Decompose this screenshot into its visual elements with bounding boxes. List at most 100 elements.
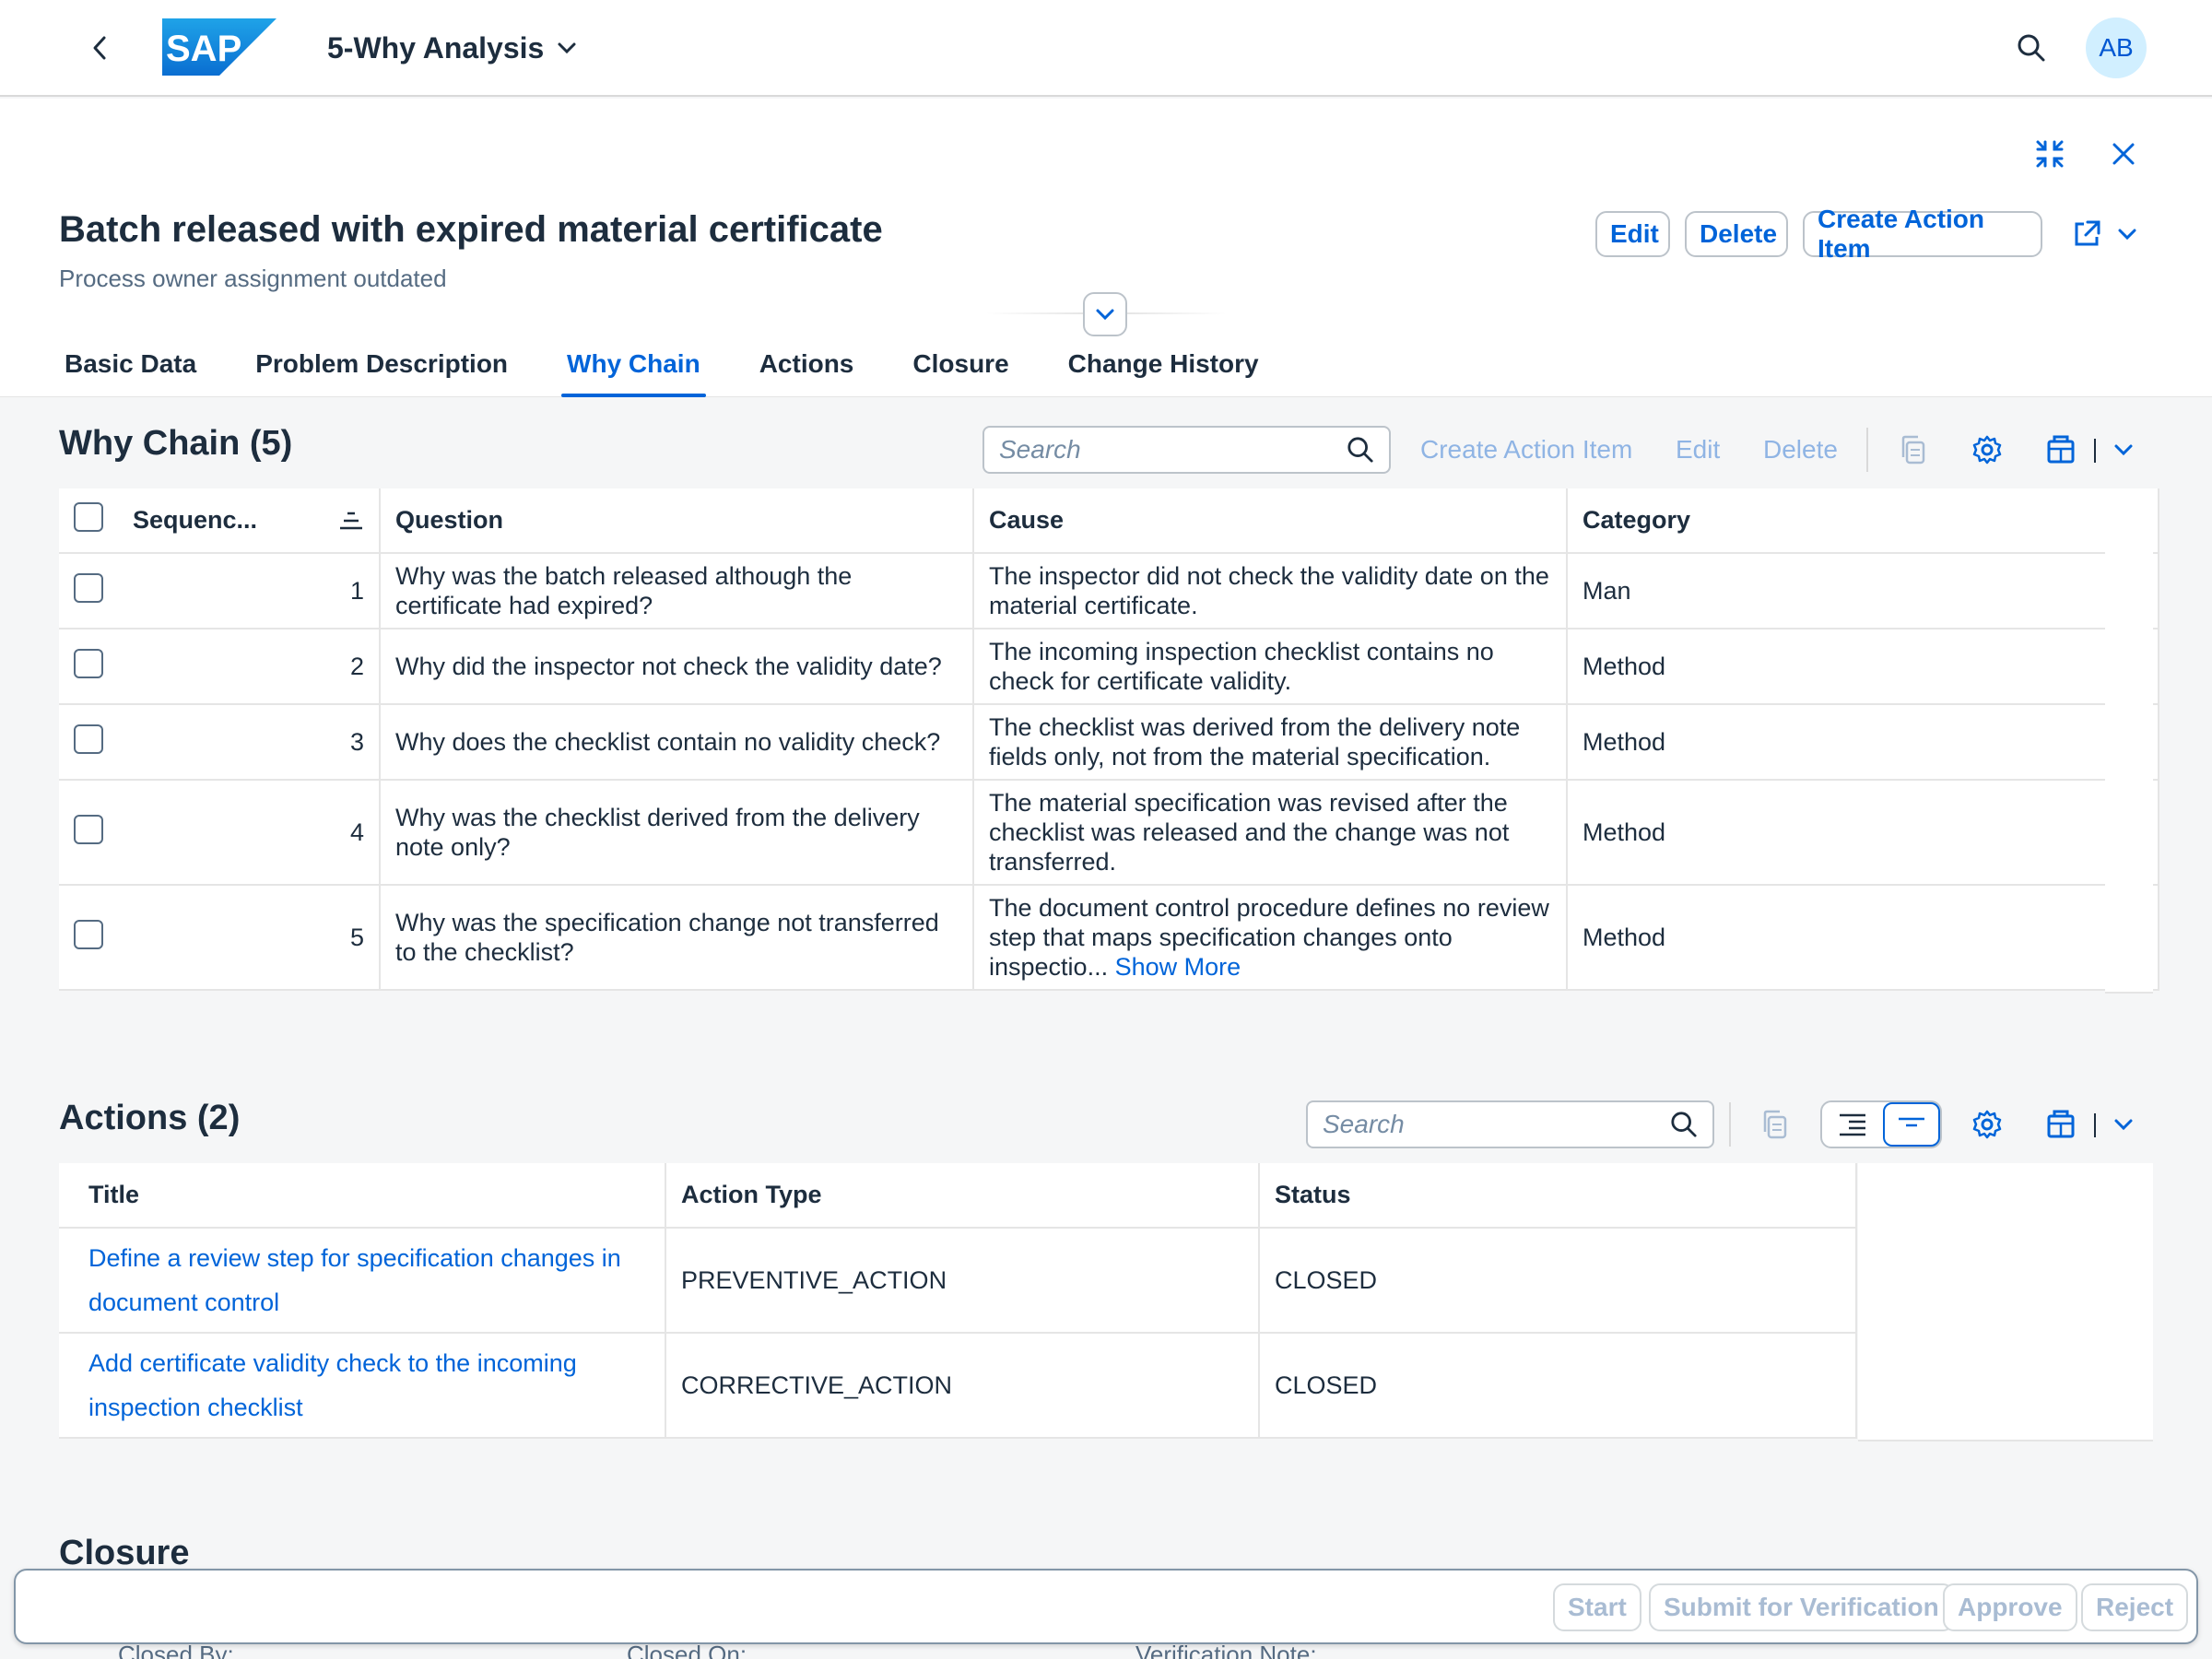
table-row[interactable]: 4 Why was the checklist derived from the…: [59, 780, 2159, 886]
column-header-cause[interactable]: Cause: [973, 488, 1568, 554]
reject-button[interactable]: Reject: [2081, 1583, 2189, 1631]
chevron-down-icon: [558, 42, 576, 54]
actions-settings-button[interactable]: [1965, 1102, 2009, 1147]
sequence-cell: 3: [118, 704, 381, 781]
question-cell: Why did the inspector not check the vali…: [380, 629, 974, 705]
row-checkbox[interactable]: [74, 724, 103, 754]
table-row[interactable]: 2 Why did the inspector not check the va…: [59, 629, 2159, 705]
chevron-down-icon: [2118, 229, 2136, 241]
submit-for-verification-button[interactable]: Submit for Verification: [1649, 1583, 1954, 1631]
start-button[interactable]: Start: [1553, 1583, 1641, 1631]
row-checkbox[interactable]: [74, 814, 103, 844]
cause-cell: The checklist was derived from the deliv…: [973, 704, 1568, 781]
collapse-rows-button[interactable]: [1883, 1102, 1940, 1147]
why-chain-export-button[interactable]: [2039, 428, 2083, 472]
action-title-link[interactable]: Define a review step for specification c…: [88, 1244, 621, 1316]
cause-cell: The document control procedure defines n…: [973, 885, 1568, 991]
table-row[interactable]: 5 Why was the specification change not t…: [59, 885, 2159, 991]
row-checkbox[interactable]: [74, 648, 103, 678]
toolbar-separator: [1866, 428, 1868, 472]
shell-bar: SAP 5-Why Analysis AB: [0, 0, 2212, 97]
tab-why-chain[interactable]: Why Chain: [561, 340, 706, 397]
tab-basic-data[interactable]: Basic Data: [59, 340, 202, 397]
sequence-cell: 1: [118, 553, 381, 629]
row-select-cell: [59, 553, 118, 629]
column-header-status[interactable]: Status: [1259, 1163, 1857, 1229]
question-cell: Why was the checklist derived from the d…: [380, 780, 974, 886]
settings-icon: [1972, 435, 2002, 465]
action-title-link[interactable]: Add certificate validity check to the in…: [88, 1349, 577, 1421]
actions-export-button[interactable]: [2039, 1102, 2083, 1147]
row-select-cell: [59, 780, 118, 886]
action-type-cell: PREVENTIVE_ACTION: [665, 1228, 1260, 1334]
sequence-cell: 4: [118, 780, 381, 886]
actions-export-menu-button[interactable]: [2101, 1102, 2146, 1147]
tab-closure[interactable]: Closure: [907, 340, 1014, 397]
actions-search-input[interactable]: Search: [1306, 1100, 1714, 1148]
approve-button[interactable]: Approve: [1943, 1583, 2077, 1631]
row-checkbox[interactable]: [74, 572, 103, 603]
share-button[interactable]: [2065, 212, 2109, 256]
why-chain-edit-button[interactable]: Edit: [1676, 435, 1720, 465]
sap-logo[interactable]: SAP: [162, 18, 276, 76]
tab-change-history[interactable]: Change History: [1063, 340, 1265, 397]
back-button[interactable]: [81, 28, 118, 68]
column-header-title[interactable]: Title: [59, 1163, 666, 1229]
export-icon: [2047, 1110, 2075, 1138]
search-icon: [2018, 34, 2045, 62]
header-collapse-button[interactable]: [1083, 292, 1127, 336]
row-checkbox[interactable]: [74, 919, 103, 949]
category-cell: Method: [1567, 780, 2159, 886]
close-icon: [2112, 143, 2135, 165]
table-row[interactable]: 1 Why was the batch released although th…: [59, 553, 2159, 629]
table-row[interactable]: 3 Why does the checklist contain no vali…: [59, 704, 2159, 781]
share-menu-button[interactable]: [2105, 212, 2149, 256]
copy-icon: [1763, 1110, 1787, 1139]
user-avatar[interactable]: AB: [2086, 18, 2147, 78]
question-cell: Why was the specification change not tra…: [380, 885, 974, 991]
table-row[interactable]: Add certificate validity check to the in…: [59, 1333, 1857, 1439]
table-filler: [2105, 488, 2153, 994]
action-type-cell: CORRECTIVE_ACTION: [665, 1333, 1260, 1439]
column-header-question[interactable]: Question: [380, 488, 974, 554]
table-row[interactable]: Define a review step for specification c…: [59, 1228, 1857, 1334]
why-chain-table: Sequenc... Question Cause Category 1 Why…: [59, 488, 2159, 991]
tab-actions[interactable]: Actions: [754, 340, 860, 397]
why-chain-delete-button[interactable]: Delete: [1763, 435, 1838, 465]
sequence-cell: 5: [118, 885, 381, 991]
why-chain-settings-button[interactable]: [1965, 428, 2009, 472]
anchor-tabs: Basic Data Problem Description Why Chain…: [59, 340, 1312, 397]
row-mode-toggle: [1820, 1100, 1942, 1148]
why-chain-title: Why Chain (5): [59, 424, 293, 463]
status-cell: CLOSED: [1259, 1333, 1857, 1439]
question-cell: Why was the batch released although the …: [380, 553, 974, 629]
cause-text: The document control procedure defines n…: [989, 894, 1549, 981]
table-filler: [1858, 1163, 2153, 1441]
why-chain-copy-button[interactable]: [1891, 428, 1936, 472]
export-icon: [2047, 435, 2075, 464]
app-title-menu[interactable]: 5-Why Analysis: [327, 28, 577, 68]
why-chain-search-input[interactable]: Search: [982, 426, 1391, 474]
copy-icon: [1901, 435, 1925, 465]
back-icon: [93, 36, 106, 60]
why-chain-create-action-button[interactable]: Create Action Item: [1420, 435, 1632, 465]
select-all-checkbox[interactable]: [74, 502, 103, 532]
column-header-category[interactable]: Category: [1567, 488, 2159, 554]
column-header-action-type[interactable]: Action Type: [665, 1163, 1260, 1229]
header-edit-button[interactable]: Edit: [1595, 211, 1670, 257]
exit-fullscreen-button[interactable]: [2028, 132, 2072, 176]
header-delete-button[interactable]: Delete: [1685, 211, 1788, 257]
app-title: 5-Why Analysis: [327, 30, 545, 65]
actions-copy-button[interactable]: [1753, 1102, 1797, 1147]
why-chain-export-menu-button[interactable]: [2101, 428, 2146, 472]
column-header-sequence[interactable]: Sequenc...: [118, 488, 381, 554]
expand-rows-button[interactable]: [1822, 1102, 1883, 1147]
row-select-cell: [59, 629, 118, 705]
shell-search-button[interactable]: [2009, 28, 2053, 68]
header-create-action-button[interactable]: Create Action Item: [1803, 205, 2042, 263]
tab-problem-description[interactable]: Problem Description: [250, 340, 513, 397]
show-more-link[interactable]: Show More: [1115, 953, 1241, 981]
why-chain-search-placeholder: Search: [999, 435, 1081, 464]
category-cell: Man: [1567, 553, 2159, 629]
close-button[interactable]: [2101, 132, 2146, 176]
